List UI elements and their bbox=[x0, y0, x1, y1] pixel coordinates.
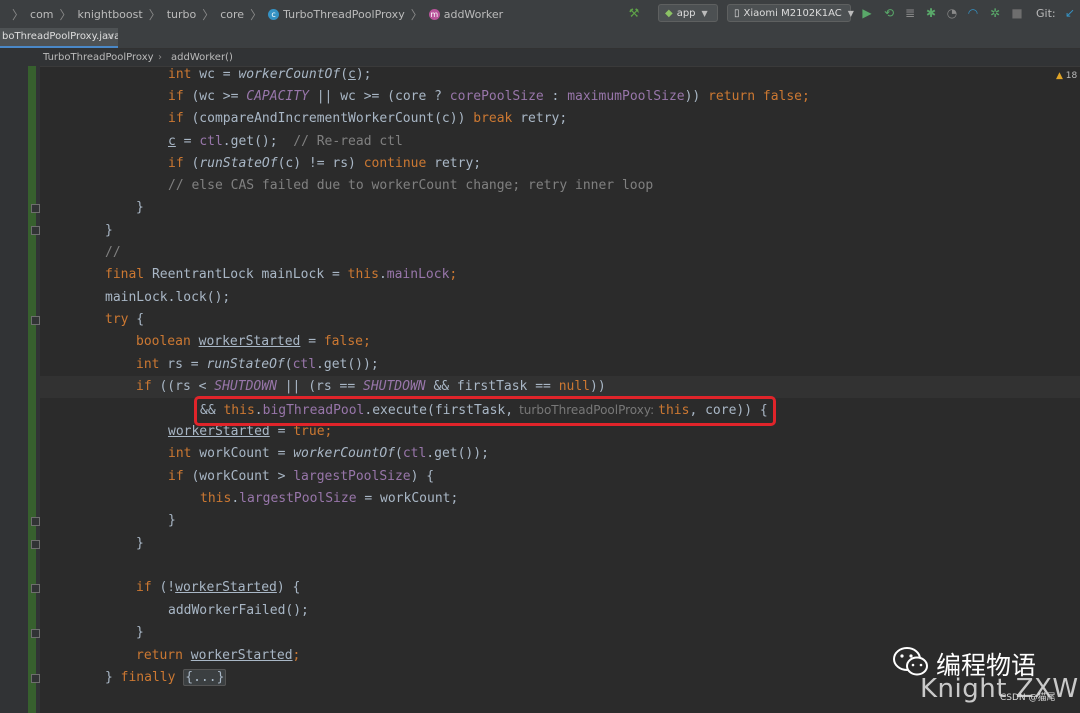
fold-icon[interactable] bbox=[31, 204, 40, 213]
code-line: this.largestPoolSize = workCount; bbox=[200, 491, 459, 506]
code-line: int rs = runStateOf(ctl.get()); bbox=[136, 357, 379, 372]
chevron-right-icon: 〉 bbox=[202, 7, 215, 22]
chevron-right-icon: › bbox=[158, 52, 162, 63]
coverage-icon[interactable]: ◔ bbox=[945, 6, 959, 20]
code-line: if (compareAndIncrementWorkerCount(c)) b… bbox=[168, 111, 568, 126]
device-label: Xiaomi M2102K1AC bbox=[743, 7, 842, 19]
chevron-right-icon: 〉 bbox=[12, 7, 25, 22]
chevron-down-icon: ▼ bbox=[701, 8, 708, 18]
code-line: if ((rs < SHUTDOWN || (rs == SHUTDOWN &&… bbox=[136, 379, 606, 394]
code-line: if (runStateOf(c) != rs) continue retry; bbox=[168, 156, 482, 171]
watermark-csdn: CSDN @猫尾 bbox=[1000, 693, 1056, 703]
breadcrumb-knightboost[interactable]: knightboost bbox=[78, 8, 143, 21]
breadcrumb-turbo[interactable]: turbo bbox=[167, 8, 197, 21]
git-update-icon[interactable]: ↙ bbox=[1063, 6, 1077, 20]
chevron-right-icon: 〉 bbox=[410, 7, 423, 22]
code-line: } bbox=[136, 536, 144, 551]
tab-turbo-thread-pool-proxy[interactable]: boThreadPoolProxy.java × bbox=[0, 28, 118, 48]
fold-icon[interactable] bbox=[31, 226, 40, 235]
chevron-down-icon: ▼ bbox=[847, 8, 854, 18]
fold-icon[interactable] bbox=[31, 584, 40, 593]
fold-icon[interactable] bbox=[31, 316, 40, 325]
code-line: } bbox=[105, 223, 113, 238]
chevron-right-icon: 〉 bbox=[148, 7, 161, 22]
fold-icon[interactable] bbox=[31, 540, 40, 549]
phone-icon: ▯ bbox=[734, 7, 740, 19]
code-line: final ReentrantLock mainLock = this.main… bbox=[105, 267, 458, 282]
editor-tabs: boThreadPoolProxy.java × bbox=[0, 28, 1080, 49]
navigation-bar: 〉 com 〉 knightboost 〉 turbo 〉 core 〉 c T… bbox=[0, 0, 1080, 29]
editor-breadcrumb-class[interactable]: TurboThreadPoolProxy bbox=[43, 49, 154, 66]
code-line: } finally {...} bbox=[105, 669, 227, 686]
folded-block[interactable]: {...} bbox=[183, 669, 227, 686]
chevron-right-icon: 〉 bbox=[59, 7, 72, 22]
breadcrumb-core[interactable]: core bbox=[220, 8, 244, 21]
code-line: if (wc >= CAPACITY || wc >= (core ? core… bbox=[168, 89, 810, 104]
fold-icon[interactable] bbox=[31, 674, 40, 683]
class-icon: c bbox=[268, 8, 280, 20]
breadcrumb-method-label: addWorker bbox=[443, 7, 504, 21]
run-icon[interactable]: ▶ bbox=[860, 6, 874, 20]
code-line: mainLock.lock(); bbox=[105, 290, 231, 305]
build-hammer-icon[interactable]: ⚒ bbox=[627, 6, 641, 20]
code-line: if (!workerStarted) { bbox=[136, 580, 301, 595]
chevron-right-icon: 〉 bbox=[250, 7, 263, 22]
code-line: int wc = workerCountOf(c); bbox=[168, 67, 372, 82]
apply-changes-icon[interactable]: ⟲ bbox=[882, 6, 896, 20]
code-line: } bbox=[168, 513, 176, 528]
attach-debugger-icon[interactable]: ✲ bbox=[988, 6, 1002, 20]
code-line: try { bbox=[105, 312, 145, 327]
stop-icon[interactable]: ■ bbox=[1010, 6, 1024, 20]
fold-icon[interactable] bbox=[31, 629, 40, 638]
code-line: return workerStarted; bbox=[136, 648, 301, 663]
device-select[interactable]: ▯ Xiaomi M2102K1AC ▼ bbox=[727, 4, 854, 22]
warning-count: 18 bbox=[1065, 71, 1078, 81]
inspection-warning-indicator[interactable]: ▲ 18 bbox=[1056, 71, 1077, 81]
method-icon: m bbox=[428, 8, 440, 20]
code-line: } bbox=[136, 625, 144, 640]
editor-breadcrumb: TurboThreadPoolProxy › addWorker() bbox=[0, 49, 1080, 67]
breadcrumb-com[interactable]: com bbox=[30, 8, 54, 21]
code-comment: // else CAS failed due to workerCount ch… bbox=[168, 178, 654, 193]
fold-icon[interactable] bbox=[31, 517, 40, 526]
code-line: } bbox=[136, 200, 144, 215]
android-icon: ◆ bbox=[665, 7, 673, 19]
code-comment: // bbox=[105, 245, 121, 260]
tab-label: boThreadPoolProxy.java bbox=[2, 31, 118, 42]
apply-code-changes-icon[interactable]: ≣ bbox=[903, 6, 917, 20]
close-icon[interactable]: × bbox=[106, 28, 114, 46]
breadcrumb-method[interactable]: m addWorker bbox=[428, 7, 504, 21]
debug-icon[interactable]: ✱ bbox=[924, 6, 938, 20]
profiler-icon[interactable]: ◠ bbox=[966, 6, 980, 20]
vcs-change-marker bbox=[28, 66, 36, 713]
git-label: Git: bbox=[1036, 7, 1056, 20]
code-line: int workCount = workerCountOf(ctl.get())… bbox=[168, 446, 489, 461]
code-line: addWorkerFailed(); bbox=[168, 603, 309, 618]
code-line: if (workCount > largestPoolSize) { bbox=[168, 469, 435, 484]
run-config-label: app bbox=[676, 7, 696, 19]
code-line: c = ctl.get(); // Re-read ctl bbox=[168, 134, 403, 149]
highlight-annotation-box bbox=[194, 396, 776, 426]
warning-icon: ▲ bbox=[1056, 71, 1063, 81]
run-config-select[interactable]: ◆ app ▼ bbox=[658, 4, 718, 22]
code-line: boolean workerStarted = false; bbox=[136, 334, 371, 349]
breadcrumb-class-label: TurboThreadPoolProxy bbox=[283, 7, 405, 21]
breadcrumb-class[interactable]: c TurboThreadPoolProxy bbox=[268, 8, 405, 21]
